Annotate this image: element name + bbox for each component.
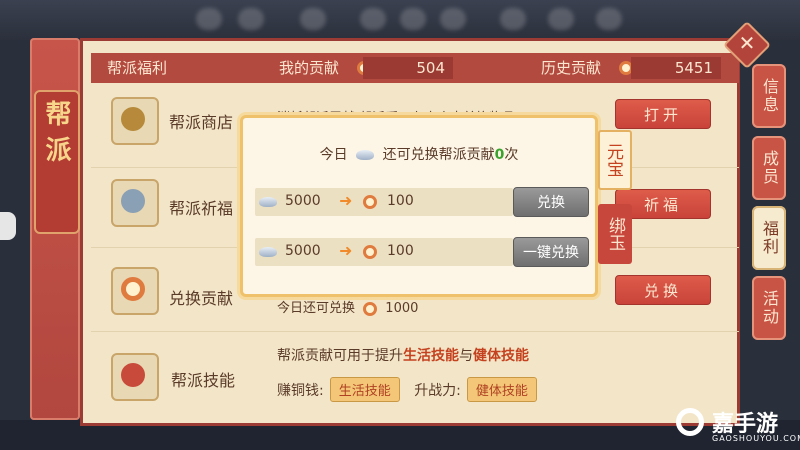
shop-glyph <box>121 107 145 131</box>
earn-label: 赚铜钱: <box>277 383 324 399</box>
history-contribution-value: 5451 <box>631 57 721 79</box>
silver-ingot-icon <box>356 150 375 160</box>
arrow-right-icon: ➜ <box>339 191 353 210</box>
title-prefix: 今日 <box>319 147 348 163</box>
skill-desc: 帮派贡献可用于提升生活技能与健体技能 <box>277 345 529 365</box>
remaining-count: 0 <box>494 147 505 163</box>
exchange-all-button[interactable]: 一键兑换 <box>513 237 589 267</box>
coin-glyph <box>121 277 145 301</box>
fitness-skill-text: 健体技能 <box>473 348 529 364</box>
guild-banner: 帮派 <box>34 90 80 234</box>
tab-bangyu[interactable]: 绑玉 <box>598 204 632 264</box>
cost-value: 5000 <box>285 193 321 209</box>
silver-ingot-icon <box>259 247 277 257</box>
blurred-icon <box>196 8 222 30</box>
cost-value: 5000 <box>285 243 321 259</box>
tab-yuanbao[interactable]: 元宝 <box>598 130 632 190</box>
tab-members[interactable]: 成员 <box>752 136 786 200</box>
exchange-dialog: 今日 还可兑换帮派贡献0次 5000 ➜ 100 兑换 5000 ➜ 100 一… <box>240 115 598 297</box>
row-title: 帮派祈福 <box>169 199 234 218</box>
exchange-row: 5000 ➜ 100 <box>255 238 513 266</box>
watermark-site: GAOSHOUYOU.COM <box>712 434 800 443</box>
gain-value: 100 <box>387 193 414 209</box>
row-desc: 今日还可兑换 1000 <box>277 297 418 316</box>
row-title: 兑换贡献 <box>169 289 234 308</box>
blurred-icon <box>548 8 574 30</box>
fitness-skill-link[interactable]: 健体技能 <box>466 377 537 402</box>
coin-icon <box>363 301 378 316</box>
coin-icon <box>363 245 377 259</box>
dialog-title: 今日 还可兑换帮派贡献0次 <box>243 144 595 164</box>
gain-value: 100 <box>387 243 414 259</box>
tab-activity[interactable]: 活动 <box>752 276 786 340</box>
tab-welfare[interactable]: 福利 <box>752 206 786 270</box>
skill-desc-mid: 与 <box>459 348 473 364</box>
my-contribution-label: 我的贡献 <box>279 59 340 77</box>
contribution-icon <box>111 267 159 315</box>
exchange-button[interactable]: 兑换 <box>615 275 711 305</box>
blurred-icon <box>500 8 526 30</box>
row-title: 帮派技能 <box>171 371 236 390</box>
coin-icon <box>363 195 377 209</box>
life-skill-link[interactable]: 生活技能 <box>329 377 400 402</box>
logo-icon <box>676 408 704 436</box>
my-contribution-value: 504 <box>363 57 453 79</box>
blurred-icon <box>238 8 264 30</box>
title-mid: 还可兑换帮派贡献 <box>382 147 495 163</box>
close-icon[interactable]: ✕ <box>737 29 757 57</box>
blurred-icon <box>300 8 326 30</box>
silver-ingot-icon <box>259 197 277 207</box>
blurred-icon <box>596 8 622 30</box>
skill-desc-prefix: 帮派贡献可用于提升 <box>277 348 403 364</box>
top-bar <box>0 0 800 40</box>
life-skill-text: 生活技能 <box>403 348 459 364</box>
skill-links: 赚铜钱: 生活技能 升战力: 健体技能 <box>277 377 543 402</box>
title-suffix: 次 <box>504 147 519 163</box>
blurred-icon <box>400 8 426 30</box>
exchange-remaining-value: 1000 <box>385 301 419 316</box>
history-contribution-label: 历史贡献 <box>541 59 602 77</box>
skill-icon <box>111 353 159 401</box>
row-title: 帮派商店 <box>169 113 234 132</box>
panel-header: 帮派福利 我的贡献 504 历史贡献 5451 <box>91 53 739 83</box>
exchange-remaining-label: 今日还可兑换 <box>277 301 356 316</box>
list-item: 帮派技能 帮派贡献可用于提升生活技能与健体技能 赚铜钱: 生活技能 升战力: 健体技… <box>91 337 739 415</box>
pray-glyph <box>121 189 145 213</box>
blurred-icon <box>440 8 466 30</box>
exchange-once-button[interactable]: 兑换 <box>513 187 589 217</box>
shop-icon <box>111 97 159 145</box>
skill-glyph <box>121 363 145 387</box>
guild-tab[interactable]: 帮派 <box>30 38 80 420</box>
guild-tab-label: 帮派 <box>41 100 71 172</box>
power-label: 升战力: <box>414 383 461 399</box>
header-tab-label[interactable]: 帮派福利 <box>107 57 167 78</box>
pray-icon <box>111 179 159 227</box>
exchange-row: 5000 ➜ 100 <box>255 188 513 216</box>
blurred-icon <box>360 8 386 30</box>
tab-info[interactable]: 信息 <box>752 64 786 128</box>
side-handle[interactable] <box>0 212 16 240</box>
arrow-right-icon: ➜ <box>339 241 353 260</box>
open-shop-button[interactable]: 打开 <box>615 99 711 129</box>
